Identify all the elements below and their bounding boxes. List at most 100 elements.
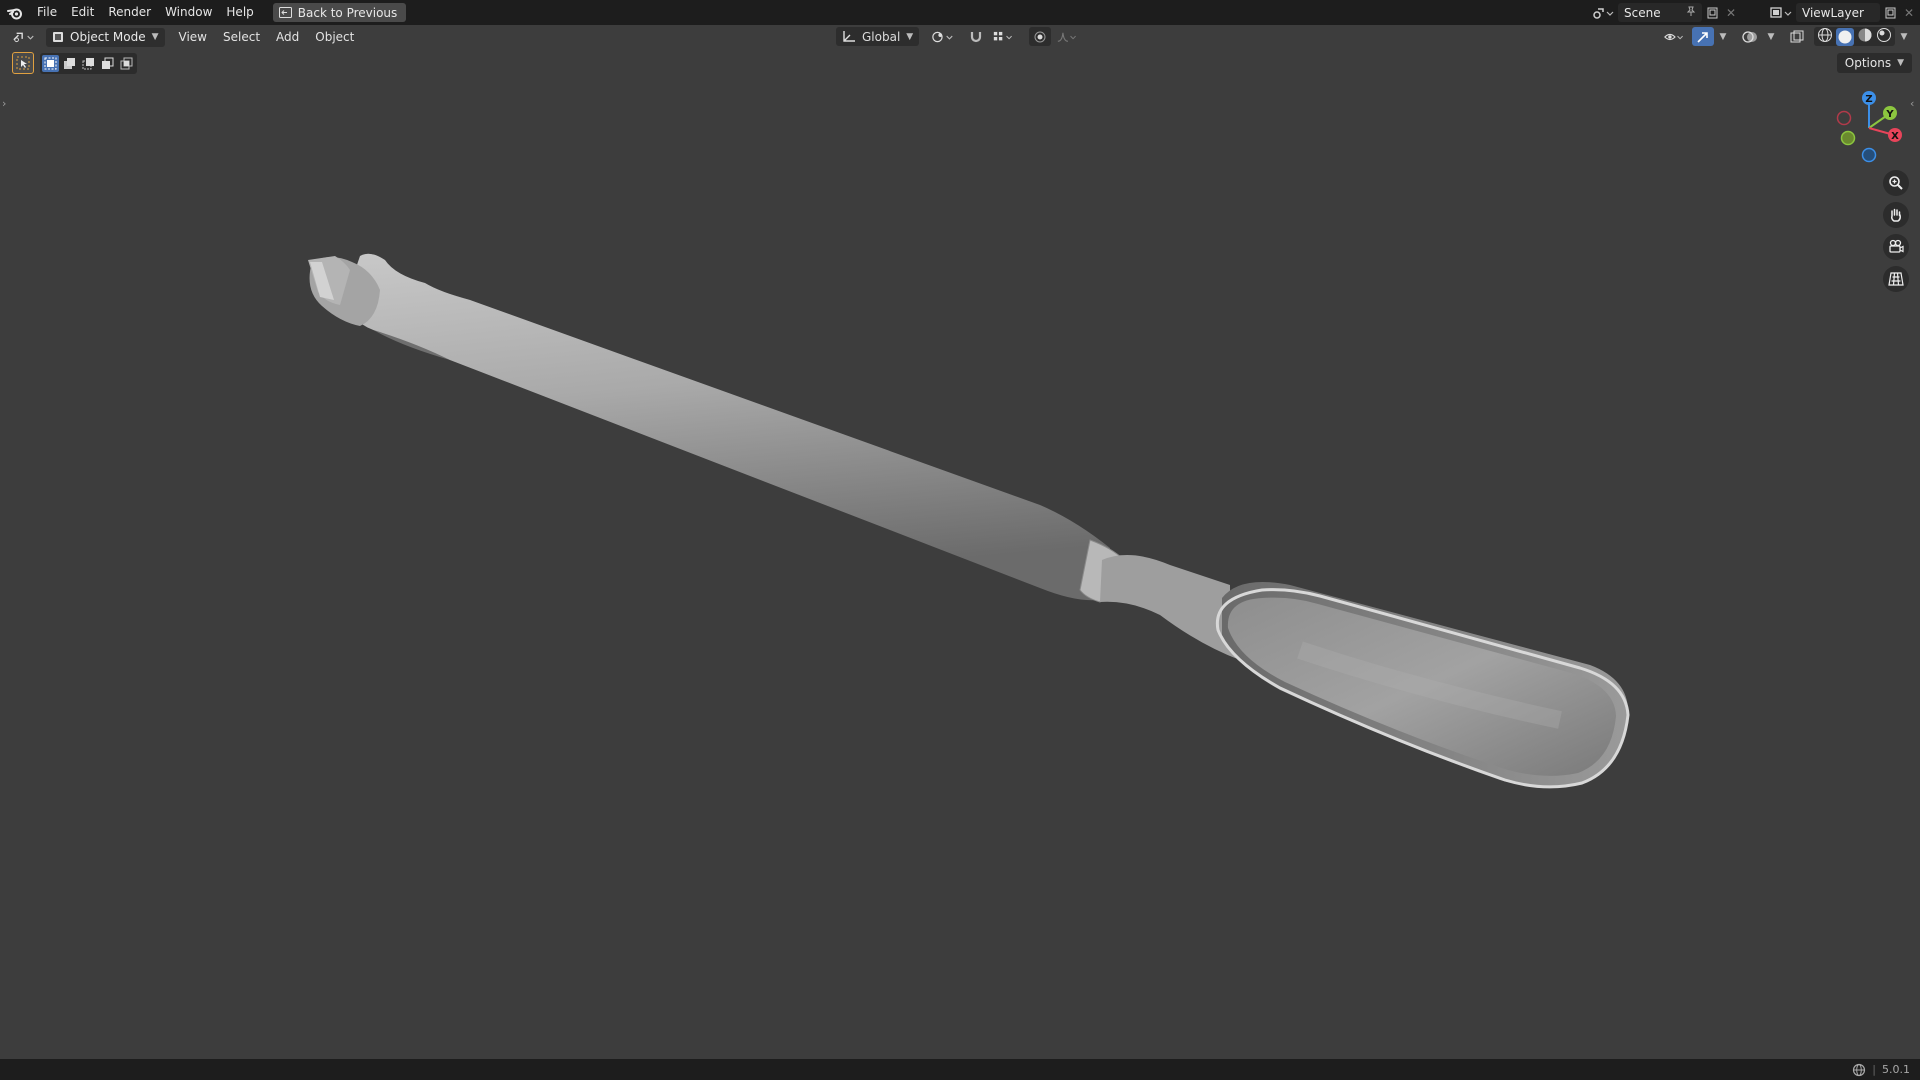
options-dropdown[interactable]: Options ▼ [1836, 53, 1912, 73]
neg-x-axis-dot[interactable] [1836, 110, 1852, 126]
select-subtract-icon[interactable] [80, 55, 97, 72]
3d-viewport[interactable]: › ‹ [0, 49, 1920, 1059]
pin-icon[interactable] [1686, 6, 1696, 20]
editor-type-icon [13, 32, 34, 43]
camera-view-icon[interactable] [1883, 234, 1909, 260]
back-to-previous-button[interactable]: Back to Previous [272, 3, 407, 22]
sidebar-expand-icon[interactable]: ‹ [1910, 97, 1914, 110]
chevron-down-icon: ▼ [906, 31, 914, 42]
view-layer-selector: ViewLayer ✕ [1766, 3, 1916, 22]
gizmo-arrow-icon [1697, 31, 1708, 43]
scene-browse-button[interactable] [1588, 3, 1618, 22]
select-new-icon[interactable] [42, 54, 59, 72]
menu-edit[interactable]: Edit [64, 0, 101, 25]
scene-name: Scene [1624, 5, 1661, 20]
eye-icon [1664, 33, 1683, 40]
magnet-icon [971, 31, 982, 42]
gizmo-dropdown[interactable]: ▼ [1716, 27, 1730, 46]
snap-target-dropdown[interactable] [989, 27, 1019, 46]
scene-name-field[interactable]: Scene [1618, 3, 1702, 22]
cursor-select-icon [16, 56, 30, 70]
chevron-down-icon: ▼ [1897, 58, 1904, 68]
menu-select[interactable]: Select [215, 25, 268, 49]
orientation-label: Global [862, 29, 901, 44]
menu-add[interactable]: Add [268, 25, 307, 49]
overlays-toggle[interactable] [1738, 27, 1762, 46]
scene-selector: Scene ✕ [1588, 3, 1738, 22]
network-globe-icon[interactable] [1852, 1063, 1866, 1077]
menu-file[interactable]: File [30, 0, 64, 25]
viewport-canvas[interactable] [0, 49, 1920, 1059]
viewport-header: Object Mode ▼ View Select Add Object Glo… [0, 25, 1920, 49]
transform-controls: Global ▼ [836, 27, 1083, 46]
chevron-down-icon: ▼ [1719, 31, 1727, 42]
chevron-down-icon: ▼ [1767, 31, 1775, 42]
proportional-edit-toggle[interactable] [1029, 27, 1052, 46]
bowl-neck [1100, 555, 1240, 660]
shading-dropdown[interactable]: ▼ [1897, 27, 1911, 46]
overlays-dropdown[interactable]: ▼ [1764, 27, 1778, 46]
mode-label: Object Mode [70, 30, 146, 44]
view-layer-browse-button[interactable] [1766, 3, 1796, 22]
blender-window: File Edit Render Window Help Back to Pre… [0, 0, 1920, 1080]
material-shading-icon[interactable] [1857, 27, 1873, 46]
rendered-shading-icon[interactable] [1876, 27, 1892, 46]
handle-body [345, 253, 1110, 601]
proportional-falloff-dropdown[interactable] [1053, 27, 1083, 46]
navigation-gizmo[interactable]: Z Y X [1830, 88, 1910, 168]
falloff-curve-icon [1057, 32, 1077, 42]
menu-help[interactable]: Help [219, 0, 260, 25]
y-axis-label: Y [1885, 109, 1894, 120]
delete-view-layer-icon[interactable]: ✕ [1902, 3, 1916, 22]
neg-z-axis-dot[interactable] [1861, 147, 1877, 163]
view-layer-name-field[interactable]: ViewLayer [1796, 3, 1880, 22]
neg-y-axis-dot[interactable] [1840, 130, 1856, 146]
solid-shading-icon[interactable] [1836, 27, 1854, 46]
chevron-down-icon: ▼ [1900, 31, 1908, 42]
interaction-mode-dropdown[interactable]: Object Mode ▼ [46, 27, 165, 47]
shading-mode-group [1814, 27, 1895, 46]
chevron-down-icon: ▼ [151, 32, 159, 42]
menu-window[interactable]: Window [158, 0, 219, 25]
snap-toggle[interactable] [965, 27, 987, 46]
top-bar: File Edit Render Window Help Back to Pre… [0, 0, 1920, 25]
menu-object[interactable]: Object [307, 25, 362, 49]
pivot-point-dropdown[interactable] [927, 27, 959, 46]
zoom-icon[interactable] [1883, 170, 1909, 196]
new-view-layer-icon[interactable] [1880, 3, 1902, 22]
select-intersect-icon[interactable] [118, 55, 135, 72]
editor-type-button[interactable] [8, 28, 40, 47]
wireframe-shading-icon[interactable] [1817, 27, 1833, 46]
overlays-icon [1742, 30, 1757, 43]
menu-view[interactable]: View [171, 25, 215, 49]
delete-scene-icon[interactable]: ✕ [1724, 3, 1738, 22]
z-axis-label: Z [1865, 94, 1872, 105]
spoon-tool-model[interactable] [308, 253, 1630, 789]
back-screen-icon [278, 7, 292, 18]
select-invert-icon[interactable] [99, 55, 116, 72]
xray-toggle[interactable] [1786, 27, 1808, 46]
xray-icon [1790, 30, 1804, 42]
status-divider: | [1872, 1063, 1876, 1076]
transform-orientation-dropdown[interactable]: Global ▼ [836, 27, 920, 46]
view-layer-icon [1770, 6, 1792, 18]
x-axis-label: X [1891, 131, 1899, 142]
select-extend-icon[interactable] [61, 55, 78, 72]
pan-hand-icon[interactable] [1883, 202, 1909, 228]
blender-logo-icon[interactable] [0, 0, 30, 25]
scene-icon [1593, 7, 1614, 19]
select-tool-button[interactable] [12, 52, 34, 74]
toolbar-expand-icon[interactable]: › [2, 97, 6, 110]
perspective-grid-icon[interactable] [1883, 266, 1909, 292]
orientation-axes-icon [843, 31, 855, 42]
snap-grid-icon [994, 31, 1013, 40]
menu-render[interactable]: Render [101, 0, 158, 25]
object-visibility-dropdown[interactable] [1660, 27, 1690, 46]
back-to-previous-label: Back to Previous [297, 5, 398, 20]
tool-settings-row [12, 52, 137, 74]
new-scene-icon[interactable] [1702, 3, 1724, 22]
gizmo-toggle[interactable] [1692, 27, 1714, 46]
status-bar: | 5.0.1 [0, 1059, 1920, 1080]
options-label: Options [1844, 56, 1892, 70]
selection-mode-group [40, 52, 137, 74]
